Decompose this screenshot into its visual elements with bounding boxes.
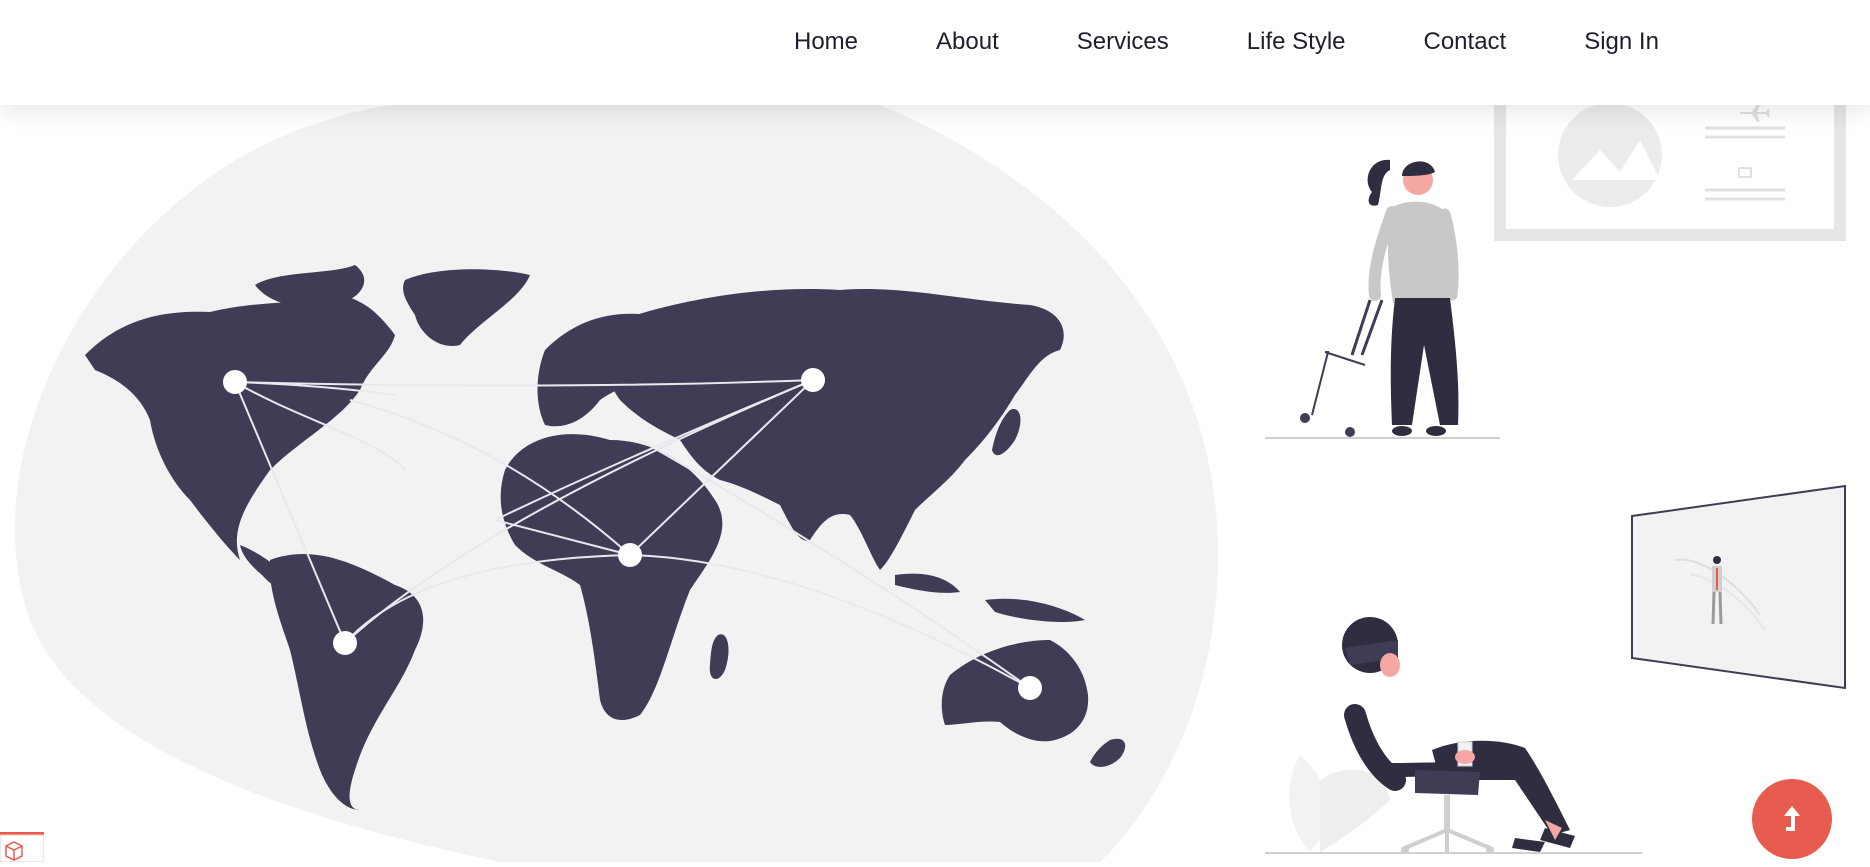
map-node	[801, 368, 825, 392]
plane-icon	[1740, 104, 1770, 122]
vr-person-figure	[1265, 617, 1642, 854]
woman-figure	[1265, 159, 1500, 439]
nav-home[interactable]: Home	[755, 24, 897, 60]
map-node	[223, 370, 247, 394]
bag-icon	[1738, 167, 1752, 178]
nav-life-style[interactable]: Life Style	[1208, 24, 1385, 60]
arrow-up-icon	[1784, 806, 1800, 831]
box-icon	[0, 832, 45, 863]
hero-illustration	[14, 74, 1846, 862]
corner-badge[interactable]	[0, 832, 45, 863]
nav-sign-in[interactable]: Sign In	[1545, 24, 1698, 60]
nav-contact[interactable]: Contact	[1385, 24, 1546, 60]
map-node	[618, 543, 642, 567]
wall-screen	[1631, 484, 1846, 690]
nav-about[interactable]: About	[897, 24, 1038, 60]
top-navbar: Home About Services Life Style Contact S…	[0, 0, 1870, 105]
nav-services[interactable]: Services	[1038, 24, 1208, 60]
map-node	[1018, 676, 1042, 700]
scroll-to-top-button[interactable]	[1752, 779, 1832, 859]
nav-menu: Home About Services Life Style Contact S…	[755, 24, 1698, 60]
map-node	[333, 631, 357, 655]
